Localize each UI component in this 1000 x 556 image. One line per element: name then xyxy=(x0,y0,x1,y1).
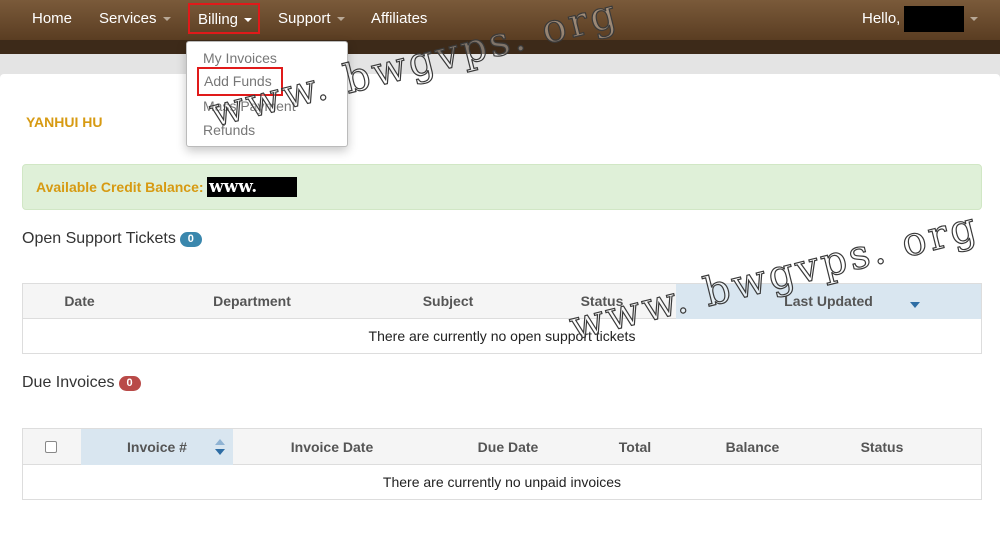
column-header-subject[interactable]: Subject xyxy=(368,284,528,319)
nav-home-label: Home xyxy=(32,10,73,27)
chevron-down-icon xyxy=(336,17,345,22)
tickets-title: Open Support Tickets xyxy=(22,230,176,247)
invoices-count-badge: 0 xyxy=(118,376,141,391)
chevron-down-icon xyxy=(970,17,979,22)
menu-item-my-invoices[interactable]: My Invoices xyxy=(203,50,277,66)
hello-label: Hello, xyxy=(862,10,901,27)
nav-billing[interactable]: Billing xyxy=(188,3,261,34)
tickets-table-header: Date Department Subject Status Last Upda… xyxy=(23,284,981,319)
menu-item-add-funds[interactable]: Add Funds xyxy=(197,67,283,96)
column-header-invoice-number[interactable]: Invoice # xyxy=(81,429,233,465)
redacted-username xyxy=(904,6,965,33)
invoices-table-header: Invoice # Invoice Date Due Date Total Ba… xyxy=(23,429,981,465)
billing-dropdown: My Invoices Add Funds Mass Payment Refun… xyxy=(186,41,348,147)
column-header-due-date[interactable]: Due Date xyxy=(431,429,585,465)
column-header-department[interactable]: Department xyxy=(136,284,368,319)
invoices-empty-row: There are currently no unpaid invoices xyxy=(382,474,622,490)
tickets-count-badge: 0 xyxy=(179,232,202,247)
last-updated-label: Last Updated xyxy=(784,293,873,309)
column-header-status[interactable]: Status xyxy=(528,284,676,319)
navbar-shadow xyxy=(0,40,1000,54)
nav-home[interactable]: Home xyxy=(32,0,72,40)
chevron-down-icon xyxy=(162,17,171,22)
nav-support-label: Support xyxy=(278,10,331,27)
nav-services-label: Services xyxy=(99,10,157,27)
column-header-balance[interactable]: Balance xyxy=(685,429,820,465)
sort-desc-icon xyxy=(215,449,225,455)
tickets-empty-row: There are currently no open support tick… xyxy=(368,328,636,344)
sort-desc-icon xyxy=(910,302,920,308)
user-menu[interactable]: Hello, xyxy=(862,0,979,40)
chevron-down-icon xyxy=(244,18,253,23)
nav-billing-label: Billing xyxy=(198,11,239,28)
nav-services[interactable]: Services xyxy=(99,0,171,40)
invoices-heading: Due Invoices 0 xyxy=(22,374,141,392)
invoices-title: Due Invoices xyxy=(22,374,115,391)
select-all-cell xyxy=(23,429,81,465)
column-header-total[interactable]: Total xyxy=(585,429,685,465)
column-header-last-updated[interactable]: Last Updated xyxy=(676,284,981,319)
menu-item-refunds[interactable]: Refunds xyxy=(203,122,255,138)
tickets-heading: Open Support Tickets 0 xyxy=(22,230,202,248)
sort-asc-icon xyxy=(215,439,225,445)
redacted-credit-value: www. xyxy=(207,177,297,197)
nav-support[interactable]: Support xyxy=(278,0,345,40)
select-all-checkbox[interactable] xyxy=(45,441,57,453)
column-header-invoice-date[interactable]: Invoice Date xyxy=(233,429,431,465)
column-header-status[interactable]: Status xyxy=(820,429,944,465)
credit-balance-alert: Available Credit Balance: www. xyxy=(22,164,982,210)
top-navbar: Home Services Billing Support Affiliates… xyxy=(0,0,1000,40)
menu-item-mass-payment[interactable]: Mass Payment xyxy=(203,98,296,114)
nav-affiliates[interactable]: Affiliates xyxy=(371,0,427,40)
invoices-table: Invoice # Invoice Date Due Date Total Ba… xyxy=(22,428,982,500)
column-header-date[interactable]: Date xyxy=(23,284,136,319)
invoice-number-label: Invoice # xyxy=(127,439,187,455)
tickets-table: Date Department Subject Status Last Upda… xyxy=(22,283,982,354)
credit-balance-label: Available Credit Balance: xyxy=(36,179,204,195)
nav-affiliates-label: Affiliates xyxy=(371,10,428,27)
account-owner-name: YANHUI HU xyxy=(26,114,103,130)
